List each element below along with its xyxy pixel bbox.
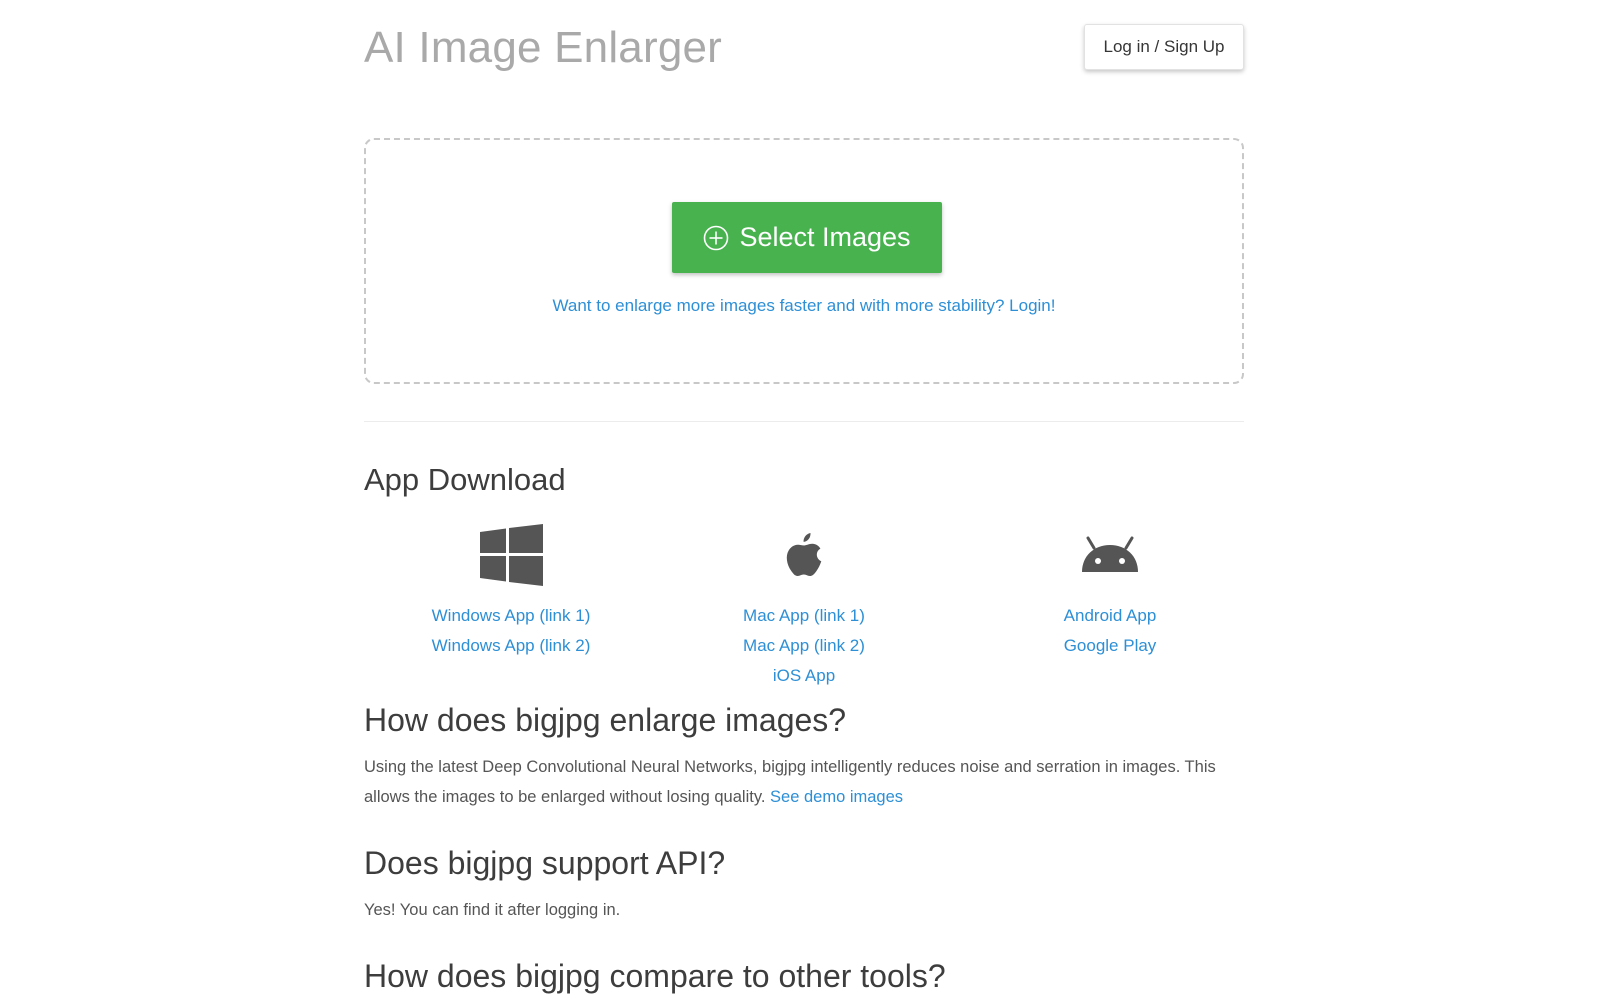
select-images-label: Select Images xyxy=(739,222,911,252)
faq-heading-api: Does bigjpg support API? xyxy=(364,845,726,881)
android-app-column: Android App Google Play xyxy=(960,523,1260,661)
windows-app-link-1[interactable]: Windows App (link 1) xyxy=(361,601,661,631)
faq-heading-enlarge: How does bigjpg enlarge images? xyxy=(364,702,847,738)
windows-icon xyxy=(479,523,543,591)
upload-dropzone[interactable]: Select Images Want to enlarge more image… xyxy=(364,138,1244,384)
select-images-button[interactable]: Select Images xyxy=(672,202,942,273)
google-play-link[interactable]: Google Play xyxy=(960,631,1260,661)
faq-answer-api: Yes! You can find it after logging in. xyxy=(364,901,621,919)
mac-app-link-2[interactable]: Mac App (link 2) xyxy=(654,631,954,661)
see-demo-images-link[interactable]: See demo images xyxy=(770,788,903,806)
plus-circle-icon xyxy=(703,225,729,251)
ios-app-link[interactable]: iOS App xyxy=(654,661,954,691)
windows-app-column: Windows App (link 1) Windows App (link 2… xyxy=(361,523,661,661)
faq-heading-compare: How does bigjpg compare to other tools? xyxy=(364,958,946,994)
android-icon xyxy=(1080,536,1140,579)
android-app-link[interactable]: Android App xyxy=(960,601,1260,631)
section-divider xyxy=(364,421,1244,422)
apple-icon xyxy=(784,531,824,584)
mac-app-column: Mac App (link 1) Mac App (link 2) iOS Ap… xyxy=(654,523,954,691)
site-title: AI Image Enlarger xyxy=(364,23,723,72)
login-hint-link[interactable]: Want to enlarge more images faster and w… xyxy=(366,296,1242,316)
app-download-heading: App Download xyxy=(364,462,566,497)
login-signup-button[interactable]: Log in / Sign Up xyxy=(1084,24,1244,70)
mac-app-link-1[interactable]: Mac App (link 1) xyxy=(654,601,954,631)
windows-app-link-2[interactable]: Windows App (link 2) xyxy=(361,631,661,661)
faq-answer-enlarge: Using the latest Deep Convolutional Neur… xyxy=(364,752,1244,812)
